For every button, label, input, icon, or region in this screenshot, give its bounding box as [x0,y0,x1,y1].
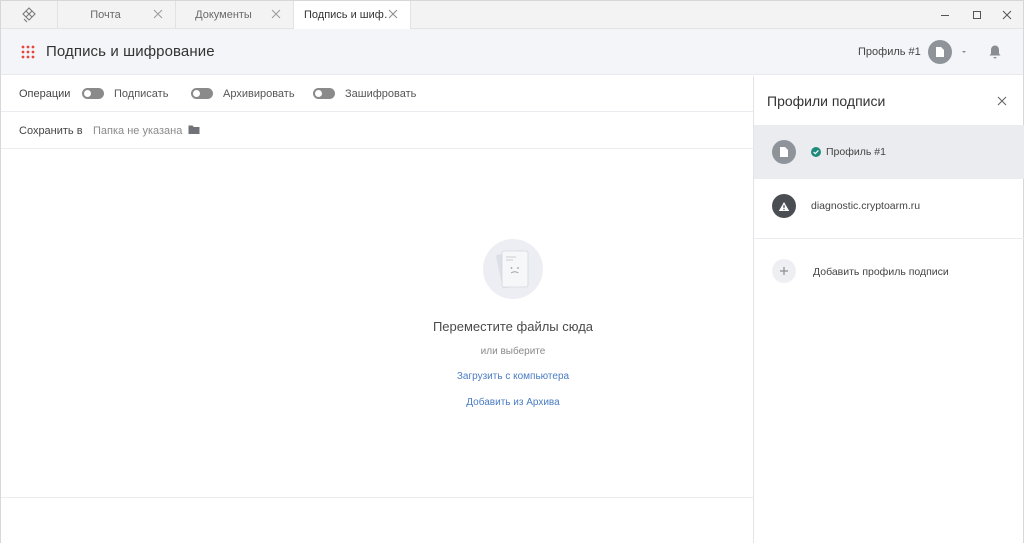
add-circle [772,259,796,283]
profile-avatar[interactable] [928,40,952,64]
app-window: Почта Документы Подпись и шиф… Подпись и… [0,0,1024,543]
sign-toggle[interactable] [82,88,104,99]
check-icon [811,147,821,157]
profile-avatar [772,140,796,164]
bell-icon[interactable] [988,44,1002,60]
panel-title: Профили подписи [767,93,886,109]
grid-dots-icon[interactable] [21,45,35,59]
minimize-icon [941,15,949,16]
tab-sign-encrypt[interactable]: Подпись и шиф… [293,1,411,29]
sign-toggle-label: Подписать [114,88,169,100]
encrypt-toggle[interactable] [313,88,335,99]
operations-label: Операции [19,88,71,100]
document-icon [780,147,788,157]
tab-label: Подпись и шиф… [304,9,388,21]
page-header: Подпись и шифрование Профиль #1 [1,29,1023,75]
tab-mail[interactable]: Почта [57,1,175,29]
close-window-button[interactable] [991,1,1023,29]
warning-icon [778,201,790,211]
tab-bar: Почта Документы Подпись и шиф… [1,1,1023,29]
page-title: Подпись и шифрование [46,43,215,60]
profile-item[interactable]: diagnostic.cryptoarm.ru [754,179,1024,233]
plus-icon [780,267,788,275]
close-icon[interactable] [271,9,281,19]
close-icon [1002,10,1012,20]
document-icon [936,47,944,57]
profile-item[interactable]: Профиль #1 [754,125,1024,179]
minimize-button[interactable] [929,1,961,29]
empty-files-illustration [483,239,543,299]
close-icon[interactable] [997,96,1007,106]
encrypt-toggle-label: Зашифровать [345,88,417,100]
operations-row: Операции Подписать Архивировать Зашифров… [1,76,753,112]
save-to-row: Сохранить в Папка не указана [1,112,753,149]
profile-avatar [772,194,796,218]
chevron-down-icon[interactable] [959,47,969,57]
divider [1,497,753,498]
tab-label: Почта [90,9,121,21]
current-profile-label[interactable]: Профиль #1 [858,46,921,58]
add-profile-button[interactable]: Добавить профиль подписи [754,238,1024,306]
profile-name: Профиль #1 [826,146,886,158]
signature-profiles-panel: Профили подписи Профиль #1 diagnostic.cr… [753,76,1024,543]
folder-icon[interactable] [188,124,200,135]
file-drop-zone[interactable]: Переместите файлы сюда или выберите Загр… [1,149,753,497]
tab-label: Документы [195,9,252,21]
archive-toggle[interactable] [191,88,213,99]
save-to-label: Сохранить в [19,125,83,137]
save-folder-value[interactable]: Папка не указана [93,125,182,137]
maximize-button[interactable] [961,1,993,29]
archive-toggle-label: Архивировать [223,88,295,100]
add-profile-label: Добавить профиль подписи [813,266,949,278]
tab-documents[interactable]: Документы [175,1,293,29]
app-logo-icon[interactable] [1,1,57,29]
maximize-icon [973,11,981,19]
close-icon[interactable] [153,9,163,19]
profile-name: diagnostic.cryptoarm.ru [811,200,921,212]
main-area: Операции Подписать Архивировать Зашифров… [1,76,753,543]
close-icon[interactable] [388,9,398,19]
